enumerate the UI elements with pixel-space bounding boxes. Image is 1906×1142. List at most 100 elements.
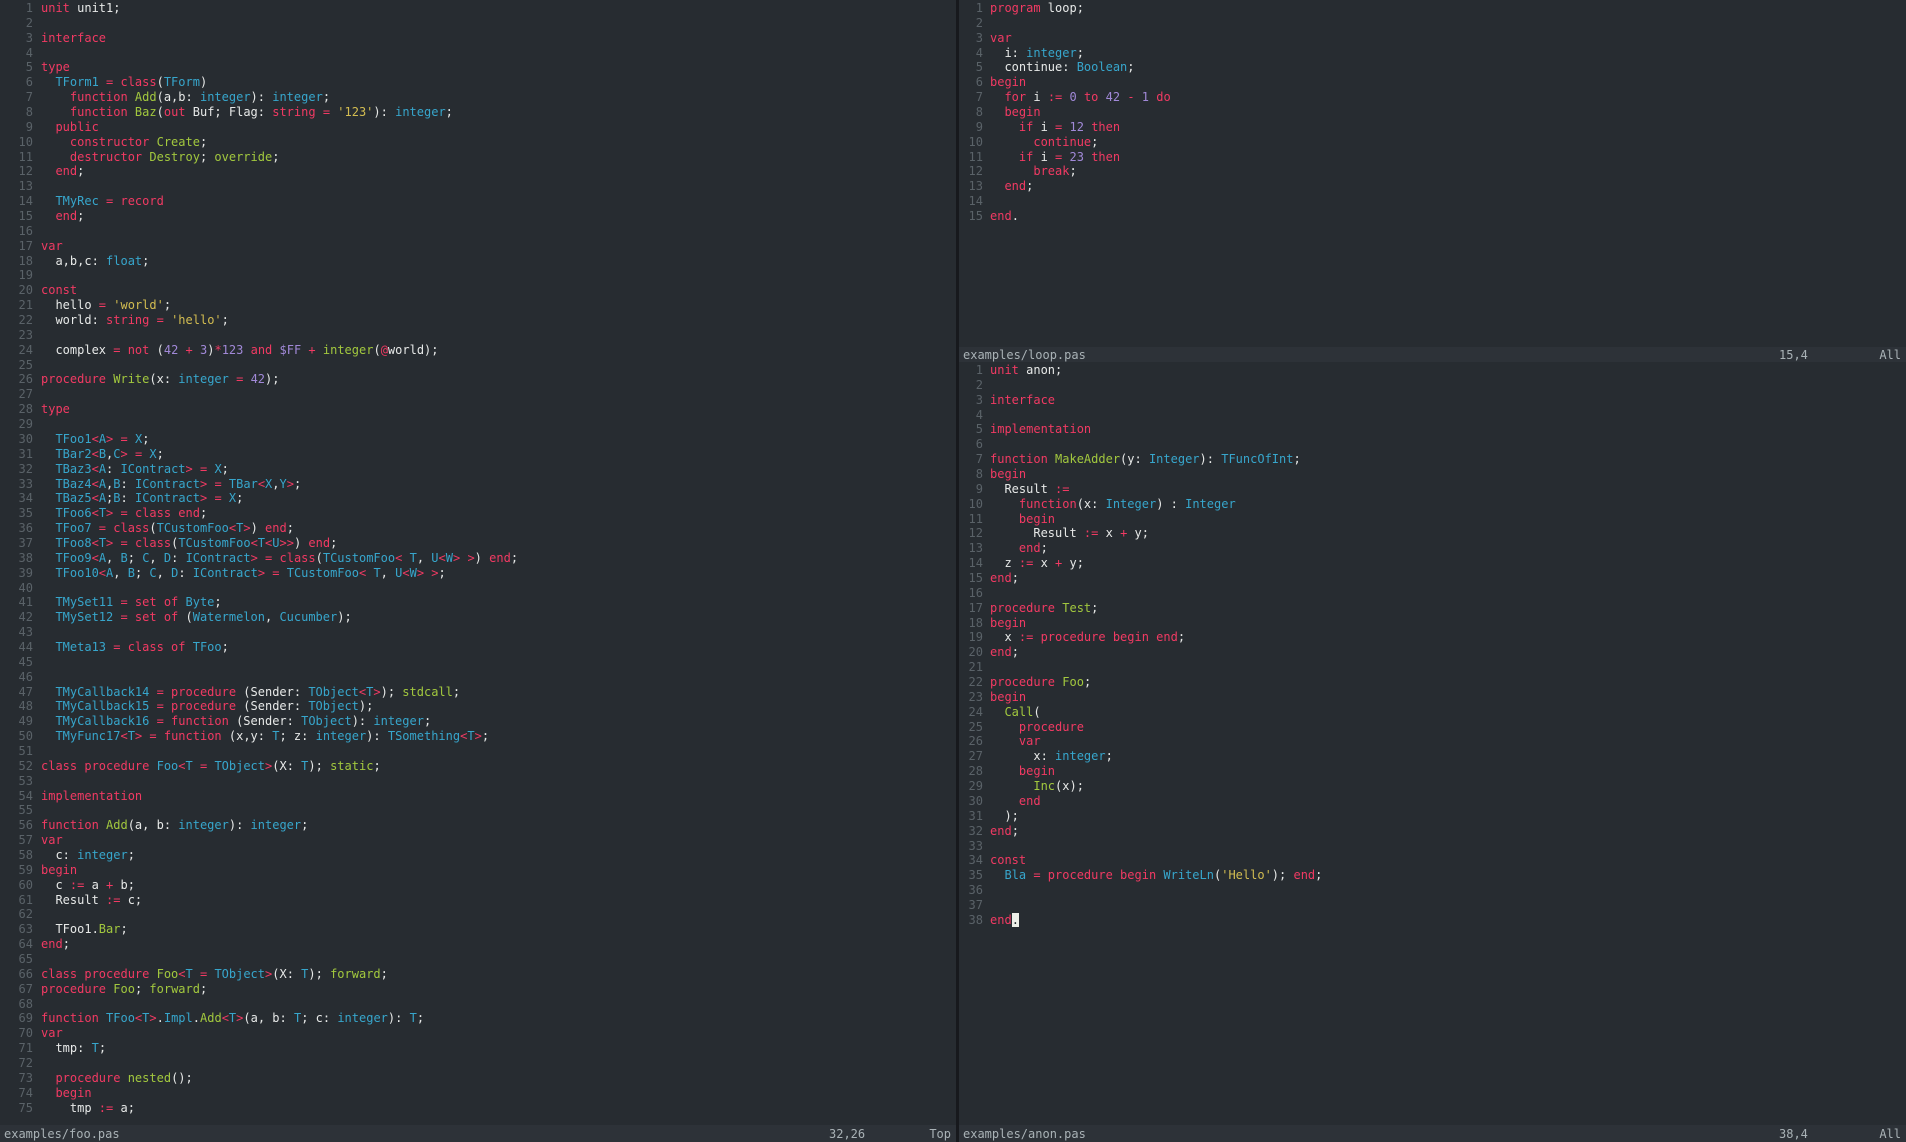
line-number: 65 xyxy=(5,952,33,967)
code-line: 22procedure Foo; xyxy=(961,675,1906,690)
line-number: 58 xyxy=(5,848,33,863)
statusline-filename: examples/foo.pas xyxy=(4,1127,120,1141)
line-number: 68 xyxy=(5,997,33,1012)
line-number: 45 xyxy=(5,655,33,670)
line-number: 14 xyxy=(5,194,33,209)
code-line: 65 xyxy=(5,952,956,967)
code-line: 12 break; xyxy=(961,164,1906,179)
code-line: 20const xyxy=(5,283,956,298)
code-line: 5type xyxy=(5,60,956,75)
line-number: 13 xyxy=(961,541,983,556)
code-line: 23 xyxy=(5,328,956,343)
line-number: 71 xyxy=(5,1041,33,1056)
code-line: 10 constructor Create; xyxy=(5,135,956,150)
line-number: 57 xyxy=(5,833,33,848)
line-number: 51 xyxy=(5,744,33,759)
code-line: 11 destructor Destroy; override; xyxy=(5,150,956,165)
line-number: 10 xyxy=(5,135,33,150)
statusline-loop[interactable]: examples/loop.pas 15,4 All xyxy=(959,347,1906,362)
line-number: 74 xyxy=(5,1086,33,1101)
code-line: 19 x := procedure begin end; xyxy=(961,630,1906,645)
line-number: 23 xyxy=(5,328,33,343)
line-number: 23 xyxy=(961,690,983,705)
code-line: 16 xyxy=(961,586,1906,601)
code-line: 21 hello = 'world'; xyxy=(5,298,956,313)
line-number: 53 xyxy=(5,774,33,789)
line-number: 49 xyxy=(5,714,33,729)
line-number: 26 xyxy=(5,372,33,387)
line-number: 15 xyxy=(961,209,983,224)
line-number: 32 xyxy=(961,824,983,839)
code-line: 13 end; xyxy=(961,541,1906,556)
code-line: 33 xyxy=(961,839,1906,854)
line-number: 14 xyxy=(961,194,983,209)
editor-pane-foo[interactable]: 1unit unit1;23interface45type6 TForm1 = … xyxy=(0,0,956,1125)
line-number: 2 xyxy=(961,16,983,31)
line-number: 21 xyxy=(961,660,983,675)
line-number: 9 xyxy=(961,120,983,135)
code-line: 15end; xyxy=(961,571,1906,586)
line-number: 42 xyxy=(5,610,33,625)
line-number: 31 xyxy=(961,809,983,824)
code-line: 27 xyxy=(5,387,956,402)
code-line: 66class procedure Foo<T = TObject>(X: T)… xyxy=(5,967,956,982)
code-line: 29 xyxy=(5,417,956,432)
statusline-foo[interactable]: examples/foo.pas 32,26 Top xyxy=(0,1125,956,1142)
code-line: 2 xyxy=(961,16,1906,31)
code-line: 12 Result := x + y; xyxy=(961,526,1906,541)
statusline-ruler: 15,4 xyxy=(1779,348,1871,362)
line-number: 55 xyxy=(5,803,33,818)
statusline-scroll-position: Top xyxy=(921,1127,951,1141)
line-number: 11 xyxy=(961,150,983,165)
statusline-anon[interactable]: examples/anon.pas 38,4 All xyxy=(959,1125,1906,1142)
code-line: 2 xyxy=(961,378,1906,393)
code-line: 72 xyxy=(5,1056,956,1071)
code-line: 24 complex = not (42 + 3)*123 and $FF + … xyxy=(5,343,956,358)
code-line: 26procedure Write(x: integer = 42); xyxy=(5,372,956,387)
code-line: 38end. xyxy=(961,913,1906,928)
line-number: 63 xyxy=(5,922,33,937)
line-number: 70 xyxy=(5,1026,33,1041)
code-line: 8 function Baz(out Buf; Flag: string = '… xyxy=(5,105,956,120)
code-line: 73 procedure nested(); xyxy=(5,1071,956,1086)
code-line: 57var xyxy=(5,833,956,848)
line-number: 34 xyxy=(961,853,983,868)
code-line: 35 TFoo6<T> = class end; xyxy=(5,506,956,521)
line-number: 22 xyxy=(5,313,33,328)
line-number: 30 xyxy=(5,432,33,447)
line-number: 36 xyxy=(5,521,33,536)
line-number: 28 xyxy=(961,764,983,779)
code-line: 45 xyxy=(5,655,956,670)
code-line: 63 TFoo1.Bar; xyxy=(5,922,956,937)
code-line: 60 c := a + b; xyxy=(5,878,956,893)
code-line: 8 begin xyxy=(961,105,1906,120)
code-line: 48 TMyCallback15 = procedure (Sender: TO… xyxy=(5,699,956,714)
line-number: 27 xyxy=(5,387,33,402)
line-number: 21 xyxy=(5,298,33,313)
line-number: 8 xyxy=(961,467,983,482)
code-line: 69function TFoo<T>.Impl.Add<T>(a, b: T; … xyxy=(5,1011,956,1026)
line-number: 12 xyxy=(961,526,983,541)
line-number: 5 xyxy=(961,422,983,437)
code-line: 39 TFoo10<A, B; C, D: IContract> = TCust… xyxy=(5,566,956,581)
vim-editor: 1unit unit1;23interface45type6 TForm1 = … xyxy=(0,0,1906,1142)
line-number: 40 xyxy=(5,581,33,596)
code-line: 5implementation xyxy=(961,422,1906,437)
line-number: 25 xyxy=(961,720,983,735)
code-line: 34const xyxy=(961,853,1906,868)
editor-pane-loop[interactable]: 1program loop;23var4 i: integer;5 contin… xyxy=(959,0,1906,347)
editor-pane-anon[interactable]: 1unit anon;23interface45implementation67… xyxy=(959,362,1906,1125)
code-line: 9 if i = 12 then xyxy=(961,120,1906,135)
line-number: 17 xyxy=(5,239,33,254)
line-number: 38 xyxy=(5,551,33,566)
code-line: 24 Call( xyxy=(961,705,1906,720)
line-number: 10 xyxy=(961,497,983,512)
code-line: 44 TMeta13 = class of TFoo; xyxy=(5,640,956,655)
code-line: 7function MakeAdder(y: Integer): TFuncOf… xyxy=(961,452,1906,467)
line-number: 5 xyxy=(5,60,33,75)
code-line: 25 procedure xyxy=(961,720,1906,735)
line-number: 54 xyxy=(5,789,33,804)
line-number: 31 xyxy=(5,447,33,462)
line-number: 37 xyxy=(5,536,33,551)
code-line: 41 TMySet11 = set of Byte; xyxy=(5,595,956,610)
